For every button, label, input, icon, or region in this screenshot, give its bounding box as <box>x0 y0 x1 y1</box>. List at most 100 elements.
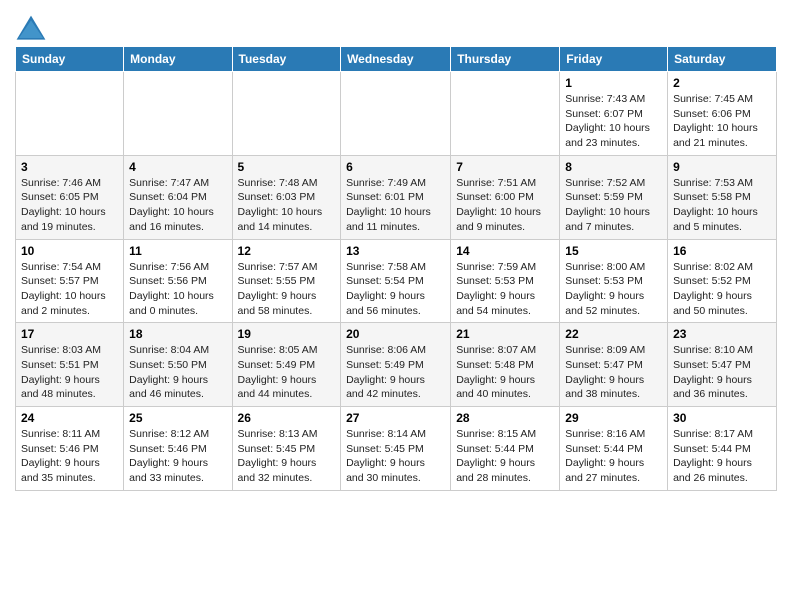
day-info: Sunrise: 7:45 AM Sunset: 6:06 PM Dayligh… <box>673 92 771 151</box>
calendar-cell: 23Sunrise: 8:10 AM Sunset: 5:47 PM Dayli… <box>668 323 777 407</box>
day-info: Sunrise: 8:00 AM Sunset: 5:53 PM Dayligh… <box>565 260 662 319</box>
calendar-cell: 2 Sunrise: 7:45 AM Sunset: 6:06 PM Daylig… <box>668 72 777 156</box>
calendar-cell: 12 Sunrise: 7:57 AM Sunset: 5:55 PM Dayli… <box>232 239 341 323</box>
day-info: Sunrise: 7:59 AM Sunset: 5:53 PM Dayligh… <box>456 260 554 319</box>
day-number: 15 <box>565 244 662 258</box>
day-number: 4 <box>129 160 226 174</box>
day-info: Sunrise: 7:53 AM Sunset: 5:58 PM Dayligh… <box>673 176 771 235</box>
calendar-cell: 30 Sunrise: 8:17 AM Sunset: 5:44 PM Dayli… <box>668 407 777 491</box>
day-number: 28 <box>456 411 554 425</box>
column-header-friday: Friday <box>560 47 668 72</box>
day-number: 7 <box>456 160 554 174</box>
calendar-cell <box>16 72 124 156</box>
day-number: 13 <box>346 244 445 258</box>
day-info: Sunrise: 8:16 AM Sunset: 5:44 PM Dayligh… <box>565 427 662 486</box>
day-info: Sunrise: 7:58 AM Sunset: 5:54 PM Dayligh… <box>346 260 445 319</box>
day-info: Sunrise: 8:09 AM Sunset: 5:47 PM Dayligh… <box>565 343 662 402</box>
day-number: 19 <box>238 327 336 341</box>
calendar-cell: 20 Sunrise: 8:06 AM Sunset: 5:49 PM Dayli… <box>341 323 451 407</box>
day-info: Sunrise: 8:06 AM Sunset: 5:49 PM Dayligh… <box>346 343 445 402</box>
calendar-cell: 8 Sunrise: 7:52 AM Sunset: 5:59 PM Daylig… <box>560 155 668 239</box>
calendar-cell: 1 Sunrise: 7:43 AM Sunset: 6:07 PM Daylig… <box>560 72 668 156</box>
calendar-cell <box>124 72 232 156</box>
day-number: 2 <box>673 76 771 90</box>
day-info: Sunrise: 7:43 AM Sunset: 6:07 PM Dayligh… <box>565 92 662 151</box>
day-number: 3 <box>21 160 118 174</box>
day-number: 1 <box>565 76 662 90</box>
calendar-cell: 10Sunrise: 7:54 AM Sunset: 5:57 PM Dayli… <box>16 239 124 323</box>
calendar-cell: 17Sunrise: 8:03 AM Sunset: 5:51 PM Dayli… <box>16 323 124 407</box>
day-info: Sunrise: 7:54 AM Sunset: 5:57 PM Dayligh… <box>21 260 118 319</box>
calendar-cell: 16 Sunrise: 8:02 AM Sunset: 5:52 PM Dayli… <box>668 239 777 323</box>
day-number: 12 <box>238 244 336 258</box>
day-number: 26 <box>238 411 336 425</box>
day-info: Sunrise: 7:57 AM Sunset: 5:55 PM Dayligh… <box>238 260 336 319</box>
calendar-cell: 18 Sunrise: 8:04 AM Sunset: 5:50 PM Dayli… <box>124 323 232 407</box>
day-number: 21 <box>456 327 554 341</box>
calendar-cell: 27Sunrise: 8:14 AM Sunset: 5:45 PM Dayli… <box>341 407 451 491</box>
calendar-week-row: 24Sunrise: 8:11 AM Sunset: 5:46 PM Dayli… <box>16 407 777 491</box>
calendar-week-row: 10Sunrise: 7:54 AM Sunset: 5:57 PM Dayli… <box>16 239 777 323</box>
column-header-tuesday: Tuesday <box>232 47 341 72</box>
day-info: Sunrise: 8:12 AM Sunset: 5:46 PM Dayligh… <box>129 427 226 486</box>
calendar-cell: 29 Sunrise: 8:16 AM Sunset: 5:44 PM Dayli… <box>560 407 668 491</box>
calendar-cell: 21 Sunrise: 8:07 AM Sunset: 5:48 PM Dayli… <box>451 323 560 407</box>
column-header-wednesday: Wednesday <box>341 47 451 72</box>
calendar-cell: 25 Sunrise: 8:12 AM Sunset: 5:46 PM Dayli… <box>124 407 232 491</box>
day-info: Sunrise: 8:15 AM Sunset: 5:44 PM Dayligh… <box>456 427 554 486</box>
day-info: Sunrise: 8:07 AM Sunset: 5:48 PM Dayligh… <box>456 343 554 402</box>
day-number: 29 <box>565 411 662 425</box>
day-info: Sunrise: 7:46 AM Sunset: 6:05 PM Dayligh… <box>21 176 118 235</box>
calendar-cell: 9 Sunrise: 7:53 AM Sunset: 5:58 PM Daylig… <box>668 155 777 239</box>
calendar-cell: 11Sunrise: 7:56 AM Sunset: 5:56 PM Dayli… <box>124 239 232 323</box>
calendar-cell: 24Sunrise: 8:11 AM Sunset: 5:46 PM Dayli… <box>16 407 124 491</box>
calendar-week-row: 17Sunrise: 8:03 AM Sunset: 5:51 PM Dayli… <box>16 323 777 407</box>
day-number: 6 <box>346 160 445 174</box>
day-number: 9 <box>673 160 771 174</box>
day-info: Sunrise: 7:49 AM Sunset: 6:01 PM Dayligh… <box>346 176 445 235</box>
day-number: 22 <box>565 327 662 341</box>
day-info: Sunrise: 8:03 AM Sunset: 5:51 PM Dayligh… <box>21 343 118 402</box>
calendar-week-row: 3 Sunrise: 7:46 AM Sunset: 6:05 PM Daylig… <box>16 155 777 239</box>
calendar-cell: 3 Sunrise: 7:46 AM Sunset: 6:05 PM Daylig… <box>16 155 124 239</box>
day-number: 30 <box>673 411 771 425</box>
day-number: 25 <box>129 411 226 425</box>
calendar-cell: 28 Sunrise: 8:15 AM Sunset: 5:44 PM Dayli… <box>451 407 560 491</box>
day-info: Sunrise: 7:56 AM Sunset: 5:56 PM Dayligh… <box>129 260 226 319</box>
day-info: Sunrise: 7:51 AM Sunset: 6:00 PM Dayligh… <box>456 176 554 235</box>
calendar-cell: 6 Sunrise: 7:49 AM Sunset: 6:01 PM Daylig… <box>341 155 451 239</box>
page-header <box>15 10 777 42</box>
calendar-cell: 14 Sunrise: 7:59 AM Sunset: 5:53 PM Dayli… <box>451 239 560 323</box>
day-number: 14 <box>456 244 554 258</box>
day-number: 23 <box>673 327 771 341</box>
calendar-cell <box>341 72 451 156</box>
day-number: 16 <box>673 244 771 258</box>
day-info: Sunrise: 8:13 AM Sunset: 5:45 PM Dayligh… <box>238 427 336 486</box>
calendar-week-row: 1 Sunrise: 7:43 AM Sunset: 6:07 PM Daylig… <box>16 72 777 156</box>
calendar-cell: 26 Sunrise: 8:13 AM Sunset: 5:45 PM Dayli… <box>232 407 341 491</box>
calendar-table: SundayMondayTuesdayWednesdayThursdayFrid… <box>15 46 777 491</box>
day-number: 24 <box>21 411 118 425</box>
calendar-cell <box>232 72 341 156</box>
day-number: 8 <box>565 160 662 174</box>
day-number: 18 <box>129 327 226 341</box>
column-header-monday: Monday <box>124 47 232 72</box>
day-info: Sunrise: 7:47 AM Sunset: 6:04 PM Dayligh… <box>129 176 226 235</box>
column-header-thursday: Thursday <box>451 47 560 72</box>
day-info: Sunrise: 8:02 AM Sunset: 5:52 PM Dayligh… <box>673 260 771 319</box>
calendar-header-row: SundayMondayTuesdayWednesdayThursdayFrid… <box>16 47 777 72</box>
calendar-cell: 7 Sunrise: 7:51 AM Sunset: 6:00 PM Daylig… <box>451 155 560 239</box>
day-info: Sunrise: 8:05 AM Sunset: 5:49 PM Dayligh… <box>238 343 336 402</box>
day-number: 5 <box>238 160 336 174</box>
day-info: Sunrise: 8:04 AM Sunset: 5:50 PM Dayligh… <box>129 343 226 402</box>
calendar-cell: 13 Sunrise: 7:58 AM Sunset: 5:54 PM Dayli… <box>341 239 451 323</box>
day-info: Sunrise: 7:52 AM Sunset: 5:59 PM Dayligh… <box>565 176 662 235</box>
day-info: Sunrise: 8:17 AM Sunset: 5:44 PM Dayligh… <box>673 427 771 486</box>
calendar-cell: 22 Sunrise: 8:09 AM Sunset: 5:47 PM Dayli… <box>560 323 668 407</box>
calendar-cell: 19 Sunrise: 8:05 AM Sunset: 5:49 PM Dayli… <box>232 323 341 407</box>
calendar-cell: 4 Sunrise: 7:47 AM Sunset: 6:04 PM Daylig… <box>124 155 232 239</box>
logo <box>15 14 51 42</box>
day-info: Sunrise: 7:48 AM Sunset: 6:03 PM Dayligh… <box>238 176 336 235</box>
column-header-saturday: Saturday <box>668 47 777 72</box>
day-number: 20 <box>346 327 445 341</box>
